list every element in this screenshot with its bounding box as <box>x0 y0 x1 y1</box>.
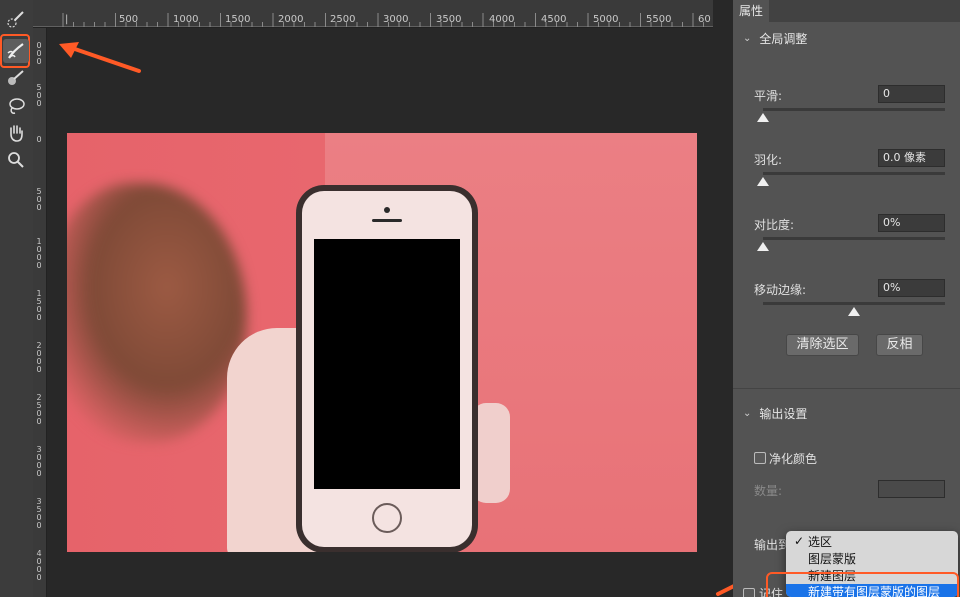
ruler-label: 0 <box>36 135 42 144</box>
shift-edge-slider-track[interactable] <box>763 302 945 305</box>
feather-slider-thumb[interactable] <box>757 177 769 186</box>
divider <box>733 388 960 389</box>
ruler-label: 2500 <box>330 14 356 25</box>
document-canvas[interactable] <box>48 28 713 597</box>
ruler-label: 2000 <box>278 14 304 25</box>
ruler-label: 1500 <box>225 14 251 25</box>
photo-phone <box>296 185 478 552</box>
properties-panel: 属性 ⌄ 全局调整 平滑: 0 羽化: 0.0 像素 对比度: 0% 移动边缘:… <box>733 0 960 597</box>
feather-slider-track[interactable] <box>763 172 945 175</box>
remember-checkbox[interactable] <box>743 588 755 597</box>
smooth-slider-thumb[interactable] <box>757 113 769 122</box>
photo-image <box>67 133 697 552</box>
annotation-arrow-icon <box>59 42 141 73</box>
brush-tool-icon[interactable] <box>3 66 29 90</box>
menu-highlight-annotation <box>766 572 959 597</box>
smooth-label: 平滑: <box>754 89 783 103</box>
invert-button[interactable]: 反相 <box>876 334 923 356</box>
ruler-label: 3000 <box>383 14 409 25</box>
feather-label: 羽化: <box>754 153 783 167</box>
ruler-label: 5000 <box>593 14 619 25</box>
ruler-label: | <box>65 14 69 25</box>
output-to-label: 输出到 <box>754 538 791 552</box>
ruler-label: 3 0 0 0 <box>36 445 42 478</box>
ruler-label: 4 0 0 0 <box>36 549 42 582</box>
contrast-field[interactable]: 0% <box>878 214 945 232</box>
menu-item-layer-mask[interactable]: 图层蒙版 <box>786 551 958 567</box>
amount-field <box>878 480 945 498</box>
ruler-label: 500 <box>119 14 139 25</box>
decontaminate-label: 净化颜色 <box>769 452 818 466</box>
ruler-label: 0 0 0 <box>36 41 42 66</box>
tools-panel <box>0 0 33 597</box>
smooth-field[interactable]: 0 <box>878 85 945 103</box>
ruler-label: 4000 <box>489 14 515 25</box>
ruler-label: 1 5 0 0 <box>36 289 42 322</box>
amount-label: 数量: <box>754 484 783 498</box>
feather-field[interactable]: 0.0 像素 <box>878 149 945 167</box>
quick-selection-tool-icon[interactable] <box>3 8 29 32</box>
zoom-tool-icon[interactable] <box>3 148 29 172</box>
shift-edge-slider-thumb[interactable] <box>848 307 860 316</box>
lasso-tool-icon[interactable] <box>3 94 29 118</box>
refine-edge-brush-tool-icon[interactable] <box>3 39 29 63</box>
section-global-adjust[interactable]: ⌄ 全局调整 <box>743 30 807 47</box>
section-title: 全局调整 <box>759 32 808 46</box>
ruler-label: 5 0 0 <box>36 187 42 212</box>
ruler-label: 1 0 0 0 <box>36 237 42 270</box>
ruler-label: 2 5 0 0 <box>36 393 42 426</box>
chevron-down-icon: ⌄ <box>743 408 752 419</box>
ruler-label: 3 5 0 0 <box>36 497 42 530</box>
shift-edge-label: 移动边缘: <box>754 283 807 297</box>
ruler-label: 5 0 0 <box>36 83 42 108</box>
menu-item-selection[interactable]: 选区 <box>786 534 958 550</box>
section-title: 输出设置 <box>759 407 808 421</box>
section-output-settings[interactable]: ⌄ 输出设置 <box>743 405 807 422</box>
ruler-vertical: 0 0 0 5 0 0 0 5 0 0 1 0 0 0 1 5 0 0 2 0 … <box>33 28 47 597</box>
ruler-label: 3500 <box>436 14 462 25</box>
contrast-slider-track[interactable] <box>763 237 945 240</box>
contrast-slider-thumb[interactable] <box>757 242 769 251</box>
shift-edge-field[interactable]: 0% <box>878 279 945 297</box>
ruler-horizontal: | 500 1000 1500 2000 2500 3000 3500 4000… <box>33 0 713 28</box>
photo-leaf <box>67 183 247 443</box>
tab-properties[interactable]: 属性 <box>733 0 770 22</box>
ruler-label: 2 0 0 0 <box>36 341 42 374</box>
ruler-label: 1000 <box>173 14 199 25</box>
smooth-slider-track[interactable] <box>763 108 945 111</box>
clear-selection-button[interactable]: 清除选区 <box>786 334 859 356</box>
contrast-label: 对比度: <box>754 218 795 232</box>
hand-tool-icon[interactable] <box>3 121 29 145</box>
chevron-down-icon: ⌄ <box>743 33 752 44</box>
panel-tabbar: 属性 <box>733 0 960 22</box>
ruler-label: 4500 <box>541 14 567 25</box>
decontaminate-checkbox[interactable] <box>754 452 766 464</box>
ruler-label: 5500 <box>646 14 672 25</box>
ruler-label: 60 <box>698 14 711 25</box>
